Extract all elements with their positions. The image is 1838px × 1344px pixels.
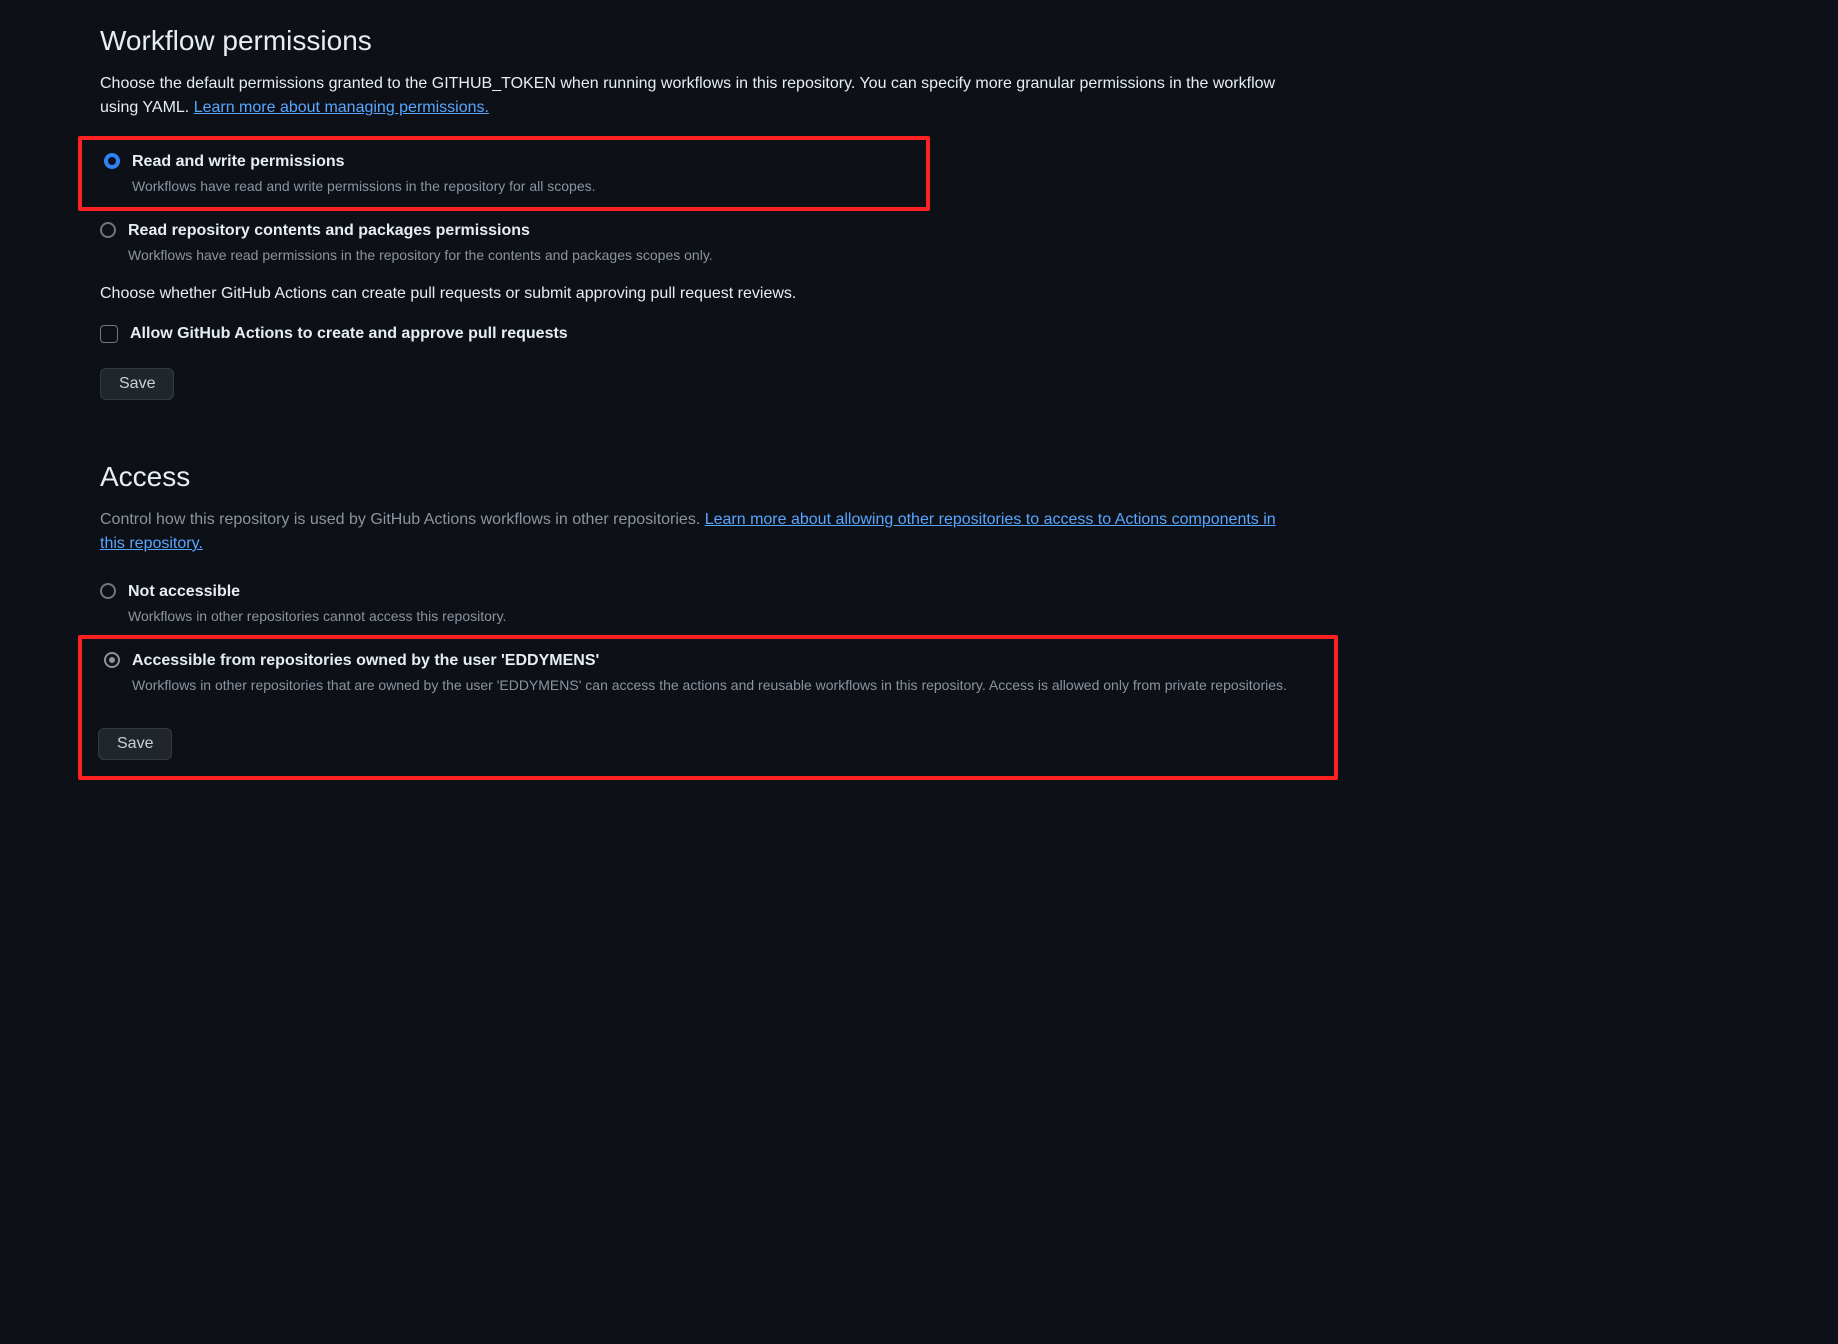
radio-input-read-only[interactable]: [100, 222, 116, 238]
access-desc-text: Control how this repository is used by G…: [100, 511, 705, 528]
access-description: Control how this repository is used by G…: [100, 508, 1300, 556]
radio-label-read-write: Read and write permissions: [132, 150, 926, 174]
radio-label-read-only: Read repository contents and packages pe…: [128, 219, 1300, 243]
radio-desc-read-only: Workflows have read permissions in the r…: [128, 245, 1300, 266]
checkbox-label-allow-pr: Allow GitHub Actions to create and appro…: [130, 322, 568, 346]
radio-input-not-accessible[interactable]: [100, 583, 116, 599]
workflow-permissions-description: Choose the default permissions granted t…: [100, 72, 1300, 120]
radio-desc-accessible-from-user: Workflows in other repositories that are…: [132, 675, 1318, 696]
radio-desc-not-accessible: Workflows in other repositories cannot a…: [128, 606, 1300, 627]
radio-content-accessible-from-user: Accessible from repositories owned by th…: [132, 649, 1318, 696]
workflow-permissions-section: Workflow permissions Choose the default …: [100, 20, 1300, 400]
checkbox-item-allow-pr[interactable]: Allow GitHub Actions to create and appro…: [100, 314, 1300, 354]
save-button-permissions[interactable]: Save: [100, 368, 174, 400]
pr-permission-description: Choose whether GitHub Actions can create…: [100, 282, 1300, 306]
checkbox-input-allow-pr[interactable]: [100, 325, 118, 343]
access-radio-group: Not accessible Workflows in other reposi…: [100, 572, 1300, 780]
workflow-permissions-title: Workflow permissions: [100, 20, 1300, 62]
radio-content-read-only: Read repository contents and packages pe…: [128, 219, 1300, 266]
radio-input-read-write[interactable]: [104, 153, 120, 169]
radio-item-not-accessible[interactable]: Not accessible Workflows in other reposi…: [100, 572, 1300, 635]
workflow-permissions-radio-group: Read and write permissions Workflows hav…: [100, 136, 1300, 274]
save-button-access[interactable]: Save: [98, 728, 172, 760]
radio-item-read-write[interactable]: Read and write permissions Workflows hav…: [104, 142, 926, 205]
radio-label-accessible-from-user: Accessible from repositories owned by th…: [132, 649, 1318, 673]
radio-label-not-accessible: Not accessible: [128, 580, 1300, 604]
radio-content-read-write: Read and write permissions Workflows hav…: [132, 150, 926, 197]
access-title: Access: [100, 456, 1300, 498]
radio-desc-read-write: Workflows have read and write permission…: [132, 176, 926, 197]
radio-item-accessible-from-user[interactable]: Accessible from repositories owned by th…: [104, 641, 1318, 704]
highlight-read-write: Read and write permissions Workflows hav…: [78, 136, 930, 211]
highlight-accessible-from-user: Accessible from repositories owned by th…: [78, 635, 1338, 780]
access-section: Access Control how this repository is us…: [100, 456, 1300, 780]
learn-more-permissions-link[interactable]: Learn more about managing permissions.: [194, 99, 489, 116]
radio-input-accessible-from-user[interactable]: [104, 652, 120, 668]
radio-content-not-accessible: Not accessible Workflows in other reposi…: [128, 580, 1300, 627]
radio-item-read-only[interactable]: Read repository contents and packages pe…: [100, 211, 1300, 274]
